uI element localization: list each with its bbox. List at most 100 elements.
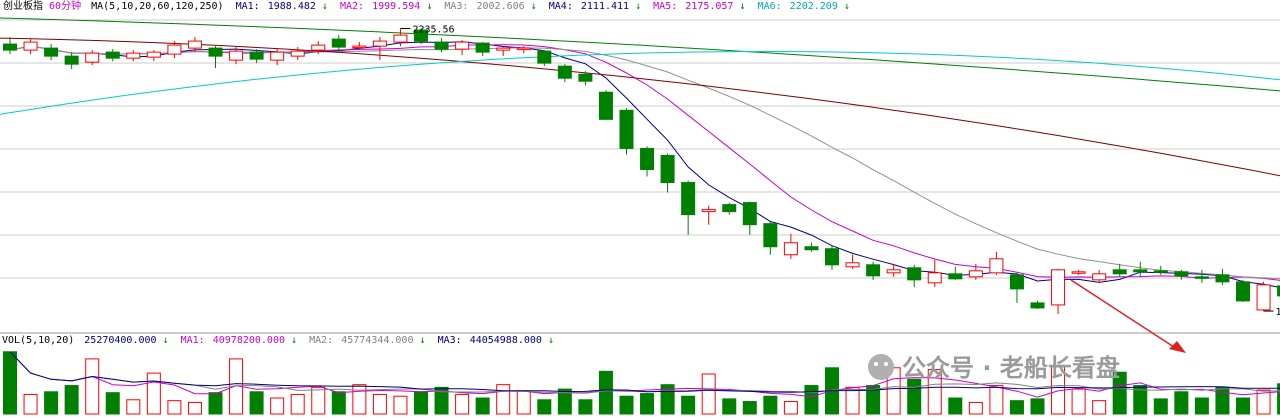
period-label: 60分钟 <box>49 0 81 12</box>
candle-down <box>866 264 881 277</box>
high-label: 2235.56 <box>412 24 454 35</box>
watermark: 公众号 · 老船长看盘 <box>868 354 1120 382</box>
candle-up <box>845 262 860 268</box>
candle-up <box>290 50 305 57</box>
volume-bar-down <box>578 399 593 415</box>
volume-bar-down <box>1194 397 1209 415</box>
volume-bar-down <box>763 395 778 415</box>
vol-ma2-key: MA2: <box>309 335 333 346</box>
volume-bar-down <box>1174 391 1189 415</box>
volume-bar-down <box>722 398 737 415</box>
candle-down <box>331 38 346 48</box>
candle-up <box>783 242 798 256</box>
grid-lines <box>0 19 1280 334</box>
vol-ma2-arrow-icon: ↓ <box>420 335 426 346</box>
candle-up <box>701 209 716 213</box>
vol-ma1-key: MA1: <box>181 335 205 346</box>
ma250-line <box>0 50 1280 115</box>
volume-bar-up <box>393 395 408 415</box>
volume-bar-up <box>845 386 860 415</box>
vol-ma3-value: 44054988.000 <box>470 335 542 346</box>
candle-down <box>1236 281 1250 302</box>
candle-down <box>722 204 737 213</box>
volume-bar-up <box>85 358 100 415</box>
volume-bar-down <box>681 395 696 415</box>
vol-ma2-value: 45774344.000 <box>341 335 413 346</box>
candle-up <box>311 44 326 51</box>
volume-bar-up <box>1092 400 1107 415</box>
candle-up <box>167 44 182 55</box>
volume-bar-down <box>742 401 757 415</box>
ma6-key: MA6: <box>758 1 782 12</box>
candle-up <box>85 52 100 63</box>
ma4-value: 2111.411 <box>581 1 629 12</box>
candle-down <box>763 223 778 248</box>
candle-down <box>640 147 655 170</box>
ma5-value: 2175.057 <box>685 1 733 12</box>
volume-bar-down <box>948 397 963 415</box>
candle-down <box>434 41 449 50</box>
volume-bar-down <box>1153 398 1168 415</box>
volume-bar-down <box>44 391 59 415</box>
volume-bar-down <box>64 385 79 415</box>
ma60-line <box>0 37 1280 177</box>
volume-bar-up <box>167 400 182 415</box>
candle-up <box>1071 271 1086 274</box>
ma6-arrow-icon: ↓ <box>844 1 850 12</box>
volume-bar-up <box>146 372 161 415</box>
candle-up <box>968 270 983 278</box>
candlestick-chart: 2235.56 1953.89 公众号 · 老船长看盘 创业板指 60分钟 MA(… <box>0 0 1280 418</box>
candle-down <box>598 91 613 120</box>
volume-bar-down <box>1030 398 1045 415</box>
candle-down <box>681 182 696 216</box>
vol-ma1-value: 40978200.000 <box>213 335 285 346</box>
candle-up <box>393 34 408 43</box>
index-name: 创业板指 <box>3 0 43 12</box>
candle-down <box>619 109 634 149</box>
candle-down <box>578 73 593 82</box>
ma3-arrow-icon: ↓ <box>531 1 537 12</box>
volume-bar-up <box>126 399 141 415</box>
volume-bar-up <box>783 401 798 415</box>
volume-header: VOL(5,10,20) 25270400.000 ↓ MA1: 4097820… <box>2 335 554 346</box>
candle-down <box>1133 269 1148 273</box>
candle-up <box>516 47 531 51</box>
candle-down <box>537 50 552 64</box>
volume-bar-up <box>968 401 983 415</box>
ma6-value: 2202.209 <box>790 1 838 12</box>
candle-down <box>907 267 922 281</box>
volume-bar-down <box>640 393 655 415</box>
candle-up <box>126 52 141 59</box>
volume-bar-up <box>701 373 716 415</box>
candle-down <box>742 202 757 226</box>
vol-arrow-icon: ↓ <box>163 335 169 346</box>
ma4-key: MA4: <box>549 1 573 12</box>
volume-bar-up <box>989 385 1004 415</box>
candle-down <box>1112 269 1127 275</box>
volume-bar-up <box>372 393 387 415</box>
candles <box>3 28 1280 314</box>
volume-bar-down <box>619 395 634 415</box>
candle-up <box>23 41 38 51</box>
volume-bar-down <box>414 391 428 415</box>
candle-down <box>1030 302 1045 309</box>
trend-arrow-icon <box>1070 279 1186 353</box>
volume-bar-up <box>455 393 470 415</box>
volume-bar-down <box>804 385 819 415</box>
ma4-arrow-icon: ↓ <box>635 1 641 12</box>
candle-down <box>3 43 17 51</box>
candle-down <box>44 47 59 57</box>
volume-bar-down <box>907 378 922 415</box>
ma-params: MA(5,10,20,60,120,250) <box>91 1 223 12</box>
candle-down <box>1009 274 1024 290</box>
volume-bar-down <box>105 392 120 415</box>
vol-ma1-arrow-icon: ↓ <box>291 335 297 346</box>
candle-up <box>1256 284 1271 311</box>
candle-up <box>455 41 470 50</box>
candle-down <box>64 55 79 65</box>
volume-bar-down <box>475 397 490 415</box>
volume-bar-up <box>23 393 38 415</box>
candle-up <box>146 51 161 58</box>
ma2-value: 1999.594 <box>372 1 420 12</box>
candle-up <box>1051 269 1066 306</box>
